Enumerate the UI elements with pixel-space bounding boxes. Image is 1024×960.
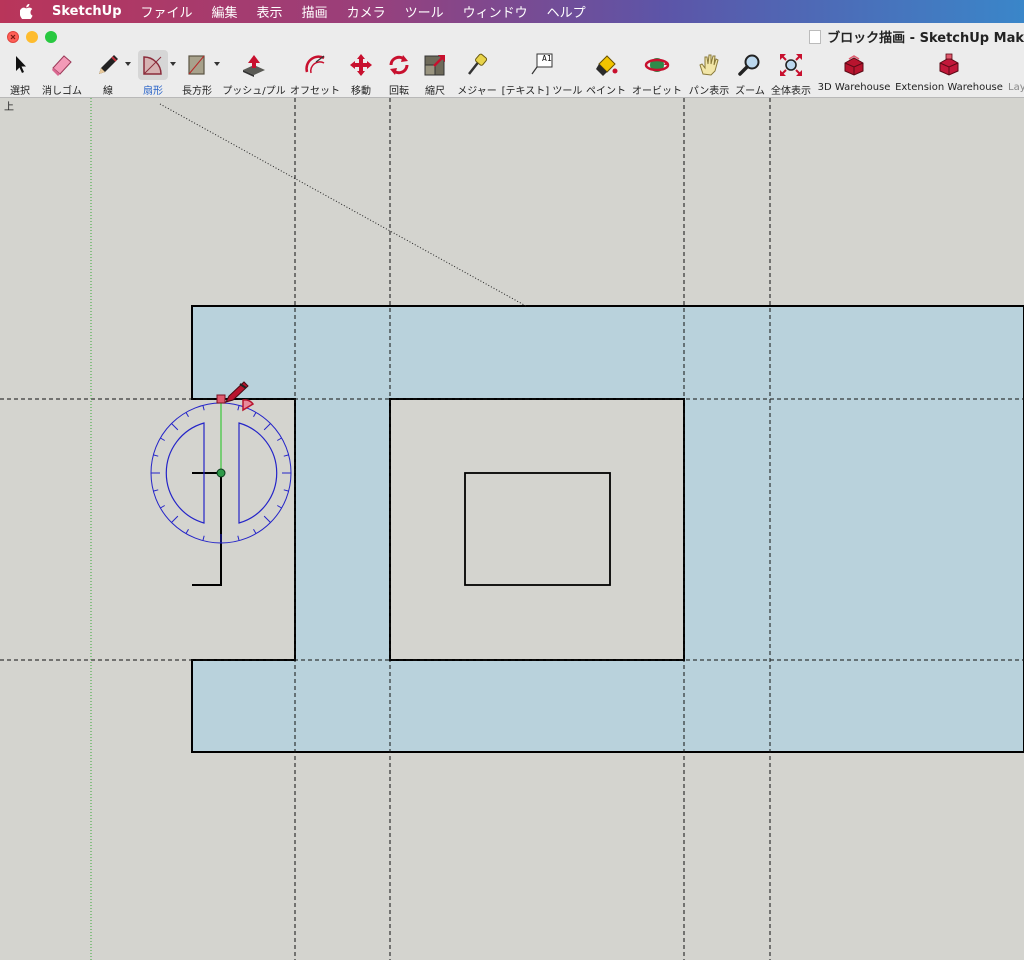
drawing-canvas[interactable] — [0, 98, 1024, 960]
tool-line-label: 線 — [103, 86, 113, 97]
tool-text[interactable]: A1 [テキスト] ツール — [501, 47, 583, 97]
pan-hand-icon — [694, 50, 724, 80]
paint-bucket-icon — [591, 50, 621, 80]
tool-select-label: 選択 — [10, 86, 30, 97]
tool-scale-label: 縮尺 — [425, 86, 445, 97]
move-icon — [346, 50, 376, 80]
orbit-icon — [642, 50, 672, 80]
tool-paint[interactable]: ペイント — [586, 47, 626, 97]
window-title-bar: ブロック描画 - SketchUp Mak — [0, 23, 1024, 47]
scale-icon — [420, 50, 450, 80]
minimize-window-button[interactable] — [26, 31, 38, 43]
close-window-button[interactable] — [7, 31, 19, 43]
tool-rectangle-label: 長方形 — [182, 86, 212, 97]
tool-orbit[interactable]: オービット — [632, 47, 682, 97]
tool-pan[interactable]: パン表示 — [687, 47, 731, 97]
inner-opening[interactable] — [389, 398, 685, 661]
extension-warehouse-icon — [934, 50, 964, 80]
rectangle-icon — [182, 50, 220, 80]
zoom-window-button[interactable] — [45, 31, 57, 43]
tool-extension-warehouse[interactable]: Extension Warehouse — [895, 47, 1003, 97]
chevron-down-icon — [125, 62, 131, 66]
tool-3d-warehouse-label: 3D Warehouse — [817, 82, 891, 93]
tool-offset-label: オフセット — [290, 86, 340, 97]
tool-rectangle[interactable]: 長方形 — [180, 47, 220, 97]
chevron-down-icon — [214, 62, 220, 66]
tool-layout[interactable]: Lay — [1008, 47, 1024, 97]
menu-sketchup[interactable]: SketchUp — [52, 4, 122, 19]
tool-layout-label: Lay — [1008, 82, 1024, 93]
tool-pie[interactable]: 扇形 — [133, 47, 176, 97]
endpoint-marker — [216, 394, 226, 404]
pencil-icon — [93, 50, 131, 80]
tool-move[interactable]: 移動 — [346, 47, 376, 97]
tool-offset[interactable]: オフセット — [290, 47, 340, 97]
tool-text-label: [テキスト] ツール — [501, 86, 583, 97]
offset-icon — [300, 50, 330, 80]
tool-paint-label: ペイント — [586, 86, 626, 97]
warehouse-icon — [839, 50, 869, 80]
tool-tape-measure[interactable]: メジャー — [456, 47, 498, 97]
tool-line[interactable]: 線 — [92, 47, 131, 97]
tool-pie-label: 扇形 — [143, 86, 163, 97]
tool-push-pull[interactable]: プッシュ/プル — [222, 47, 286, 97]
pie-arc-icon — [138, 50, 176, 80]
document-icon — [809, 29, 822, 44]
menu-window[interactable]: ウィンドウ — [463, 2, 528, 21]
text-tool-icon: A1 — [527, 50, 557, 80]
tool-move-label: 移動 — [351, 86, 371, 97]
layout-icon — [1008, 50, 1024, 80]
menu-camera[interactable]: カメラ — [347, 2, 386, 21]
eraser-icon — [47, 50, 77, 80]
zoom-extents-icon — [776, 50, 806, 80]
tool-extension-warehouse-label: Extension Warehouse — [895, 82, 1003, 93]
chevron-down-icon — [170, 62, 176, 66]
text-tool-glyph: A1 — [542, 54, 552, 63]
menu-bar: SketchUp ファイル 編集 表示 描画 カメラ ツール ウィンドウ ヘルプ — [0, 0, 1024, 23]
center-point — [216, 468, 226, 478]
menu-tools[interactable]: ツール — [405, 2, 444, 21]
tool-orbit-label: オービット — [632, 86, 682, 97]
menu-draw[interactable]: 描画 — [302, 2, 328, 21]
tape-measure-icon — [462, 50, 492, 80]
apple-icon[interactable] — [17, 4, 35, 19]
tool-zoom-extents[interactable]: 全体表示 — [770, 47, 812, 97]
zoom-icon — [735, 50, 765, 80]
tool-3d-warehouse[interactable]: 3D Warehouse — [817, 47, 891, 97]
tool-rotate-label: 回転 — [389, 86, 409, 97]
tool-scale[interactable]: 縮尺 — [420, 47, 450, 97]
rotate-icon — [384, 50, 414, 80]
window-title: ブロック描画 - SketchUp Mak — [809, 27, 1024, 46]
close-icon — [10, 34, 16, 40]
toolbar: 選択 消しゴム 線 扇形 長方形 プッシュ/プル オフセット 移動 回転 縮尺 … — [0, 47, 1024, 98]
tool-select[interactable]: 選択 — [6, 47, 34, 97]
view-label: 上 — [4, 102, 14, 113]
tool-zoom[interactable]: ズーム — [734, 47, 766, 97]
tool-tape-measure-label: メジャー — [457, 86, 497, 97]
tool-eraser-label: 消しゴム — [42, 86, 82, 97]
tool-zoom-extents-label: 全体表示 — [771, 86, 811, 97]
menu-file[interactable]: ファイル — [141, 2, 193, 21]
arrow-cursor-icon — [5, 50, 35, 80]
push-pull-icon — [239, 50, 269, 80]
tool-eraser[interactable]: 消しゴム — [40, 47, 84, 97]
tool-rotate[interactable]: 回転 — [384, 47, 414, 97]
tool-push-pull-label: プッシュ/プル — [222, 86, 286, 97]
menu-view[interactable]: 表示 — [257, 2, 283, 21]
window-title-text: ブロック描画 - SketchUp Mak — [827, 31, 1024, 46]
tool-zoom-label: ズーム — [735, 86, 765, 97]
menu-edit[interactable]: 編集 — [212, 2, 238, 21]
tool-pan-label: パン表示 — [688, 86, 730, 97]
menu-help[interactable]: ヘルプ — [547, 2, 586, 21]
